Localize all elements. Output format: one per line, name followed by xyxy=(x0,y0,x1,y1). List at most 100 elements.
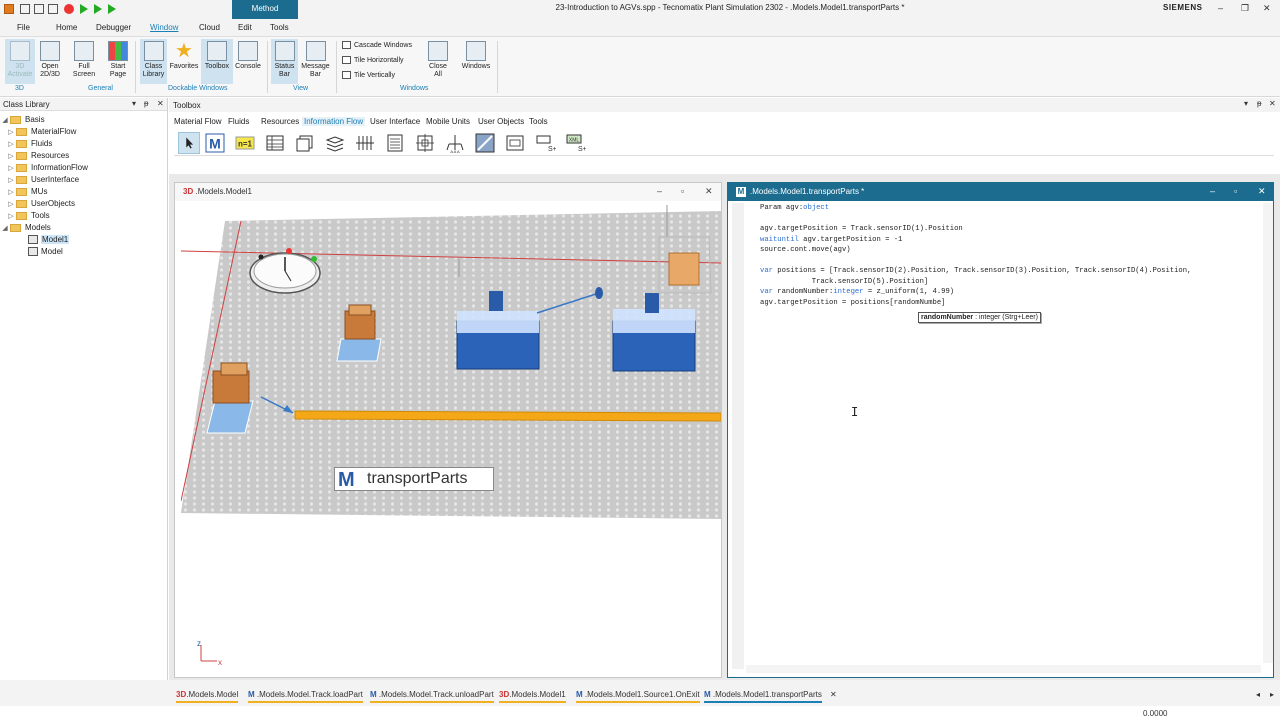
start-page-button[interactable]: Start Page xyxy=(104,39,132,84)
restore-icon[interactable]: ❐ xyxy=(1241,3,1249,14)
pointer-icon[interactable] xyxy=(178,132,200,154)
axes-indicator: z x xyxy=(197,639,222,667)
tree-item-userinterface[interactable]: ▷ UserInterface xyxy=(6,174,79,186)
xml-interface-icon[interactable]: XML S++ xyxy=(564,132,586,154)
close-tab-icon[interactable]: ✕ xyxy=(830,690,837,699)
tab-cloud[interactable]: Cloud xyxy=(199,23,220,32)
tile-horizontally-button[interactable]: Tile Horizontally xyxy=(342,55,404,67)
toolbox-button[interactable]: Toolbox xyxy=(201,39,233,84)
interface-icon[interactable]: S++ xyxy=(534,132,556,154)
reset-icon[interactable] xyxy=(64,4,74,14)
fast-forward-icon[interactable] xyxy=(108,4,116,14)
close-icon[interactable]: ✕ xyxy=(1263,3,1271,14)
method-icon[interactable]: M xyxy=(204,132,226,154)
toolbox-tab-mobile-units[interactable]: Mobile Units xyxy=(426,117,470,126)
status-bar-button[interactable]: Status Bar xyxy=(271,39,298,84)
3d-scene[interactable]: z x xyxy=(181,201,721,675)
tree-item-materialflow[interactable]: ▷ MaterialFlow xyxy=(6,126,76,138)
close-all-button[interactable]: Close All xyxy=(424,39,452,84)
tab-debugger[interactable]: Debugger xyxy=(96,23,131,32)
maximize-icon[interactable]: ▫ xyxy=(681,186,684,196)
vertical-scrollbar[interactable] xyxy=(1263,203,1273,663)
tree-item-mus[interactable]: ▷ MUs xyxy=(6,186,47,198)
list-icon[interactable] xyxy=(384,132,406,154)
toolbox-tab-information-flow[interactable]: Information Flow xyxy=(302,117,366,126)
tree-item-models[interactable]: ◢ Models xyxy=(0,222,51,234)
event-controller-icon[interactable] xyxy=(474,132,496,154)
minimize-icon[interactable]: – xyxy=(1218,3,1223,13)
tab-edit[interactable]: Edit xyxy=(238,23,252,32)
toolbox-tab-user-objects[interactable]: User Objects xyxy=(478,117,524,126)
favorites-button[interactable]: ★ Favorites xyxy=(168,39,200,84)
stack-file-icon[interactable] xyxy=(324,132,346,154)
tab-window[interactable]: Window xyxy=(150,23,178,32)
activate-3d-button[interactable]: 3D Activate xyxy=(5,39,35,84)
pin-icon[interactable]: ᵽ xyxy=(144,99,148,108)
doc-tab-models-model[interactable]: 3D.Models.Model xyxy=(176,690,239,703)
tree-item-resources[interactable]: ▷ Resources xyxy=(6,150,69,162)
close-icon[interactable]: ✕ xyxy=(1258,186,1266,197)
minimize-icon[interactable]: – xyxy=(1210,186,1215,196)
tree-item-userobjects[interactable]: ▷ UserObjects xyxy=(6,198,75,210)
cascade-windows-button[interactable]: Cascade Windows xyxy=(342,40,412,52)
autocomplete-tooltip[interactable]: randomNumber : integer (Strg+Leer) xyxy=(918,312,1041,323)
tab-scroll-right-icon[interactable]: ▸ xyxy=(1270,690,1274,699)
tab-file[interactable]: File xyxy=(17,23,30,32)
window-method-editor[interactable]: M .Models.Model1.transportParts * – ▫ ✕ … xyxy=(727,182,1274,678)
close-icon[interactable]: ✕ xyxy=(705,186,713,197)
tile-vertically-button[interactable]: Tile Vertically xyxy=(342,70,395,82)
full-screen-button[interactable]: Full Screen xyxy=(70,39,98,84)
method-object-transportparts[interactable]: M transportParts xyxy=(334,467,494,491)
tab-tools[interactable]: Tools xyxy=(270,23,289,32)
windows-button[interactable]: Windows xyxy=(458,39,494,84)
toolbox-tab-resources[interactable]: Resources xyxy=(261,117,299,126)
pin-icon[interactable]: ᵽ xyxy=(1257,99,1261,108)
message-bar-button[interactable]: Message Bar xyxy=(299,39,332,84)
track-conveyor[interactable] xyxy=(294,410,721,422)
tab-scroll-left-icon[interactable]: ◂ xyxy=(1256,690,1260,699)
variable-icon[interactable]: n=1 xyxy=(234,132,256,154)
tree-item-basis[interactable]: ◢ Basis xyxy=(0,114,44,126)
dialog-icon[interactable] xyxy=(504,132,526,154)
card-file-icon[interactable] xyxy=(294,132,316,154)
toolbox-tab-tools[interactable]: Tools xyxy=(529,117,548,126)
class-library-button[interactable]: Class Library xyxy=(140,39,167,84)
tree-item-fluids[interactable]: ▷ Fluids xyxy=(6,138,52,150)
toolbox-tab-user-interface[interactable]: User Interface xyxy=(370,117,420,126)
tab-home[interactable]: Home xyxy=(56,23,77,32)
step-icon[interactable] xyxy=(94,4,102,14)
queue-file-icon[interactable] xyxy=(354,132,376,154)
tree-item-model[interactable]: Model xyxy=(28,246,63,258)
save-icon[interactable] xyxy=(48,4,58,14)
open-2d3d-button[interactable]: Open 2D/3D xyxy=(36,39,64,84)
table-file-icon[interactable] xyxy=(264,132,286,154)
doc-tab-transportparts[interactable]: M .Models.Model1.transportParts xyxy=(704,690,822,703)
doc-tab-loadpart[interactable]: M .Models.Model.Track.loadPart xyxy=(248,690,363,703)
toolbox-tab-fluids[interactable]: Fluids xyxy=(228,117,249,126)
horizontal-scrollbar[interactable] xyxy=(746,665,1261,673)
collapse-icon[interactable]: ◢ xyxy=(0,223,10,235)
code-editor[interactable]: Param agv:object agv.targetPosition = Tr… xyxy=(732,203,1260,669)
window-3d-model[interactable]: 3D .Models.Model1 – ▫ ✕ z x M transportP… xyxy=(174,182,722,678)
start-icon[interactable] xyxy=(80,4,88,14)
tree-item-tools[interactable]: ▷ Tools xyxy=(6,210,49,222)
context-tab-method[interactable]: Method xyxy=(232,0,298,19)
pane-close-icon[interactable]: ✕ xyxy=(1269,99,1276,108)
console-button[interactable]: Console xyxy=(233,39,263,84)
minimize-icon[interactable]: – xyxy=(657,186,662,196)
tree-item-model1[interactable]: Model1 xyxy=(28,234,70,246)
doc-tab-unloadpart[interactable]: M .Models.Model.Track.unloadPart xyxy=(370,690,494,703)
maximize-icon[interactable]: ▫ xyxy=(1234,186,1237,196)
doc-tab-source1-onexit[interactable]: M .Models.Model1.Source1.OnExit xyxy=(576,690,700,703)
new-file-icon[interactable] xyxy=(20,4,30,14)
tree-item-informationflow[interactable]: ▷ InformationFlow xyxy=(6,162,88,174)
doc-tab-models-model1[interactable]: 3D.Models.Model1 xyxy=(499,690,566,703)
3d-viewport[interactable]: z x M transportParts xyxy=(181,201,721,675)
pane-dropdown-icon[interactable]: ▾ xyxy=(1244,99,1248,108)
generator-icon[interactable] xyxy=(414,132,436,154)
attribute-explorer-icon[interactable]: A A A xyxy=(444,132,466,154)
open-file-icon[interactable] xyxy=(34,4,44,14)
toolbox-tab-material-flow[interactable]: Material Flow xyxy=(174,117,222,126)
pane-close-icon[interactable]: ✕ xyxy=(157,99,164,108)
pane-dropdown-icon[interactable]: ▾ xyxy=(132,99,136,108)
